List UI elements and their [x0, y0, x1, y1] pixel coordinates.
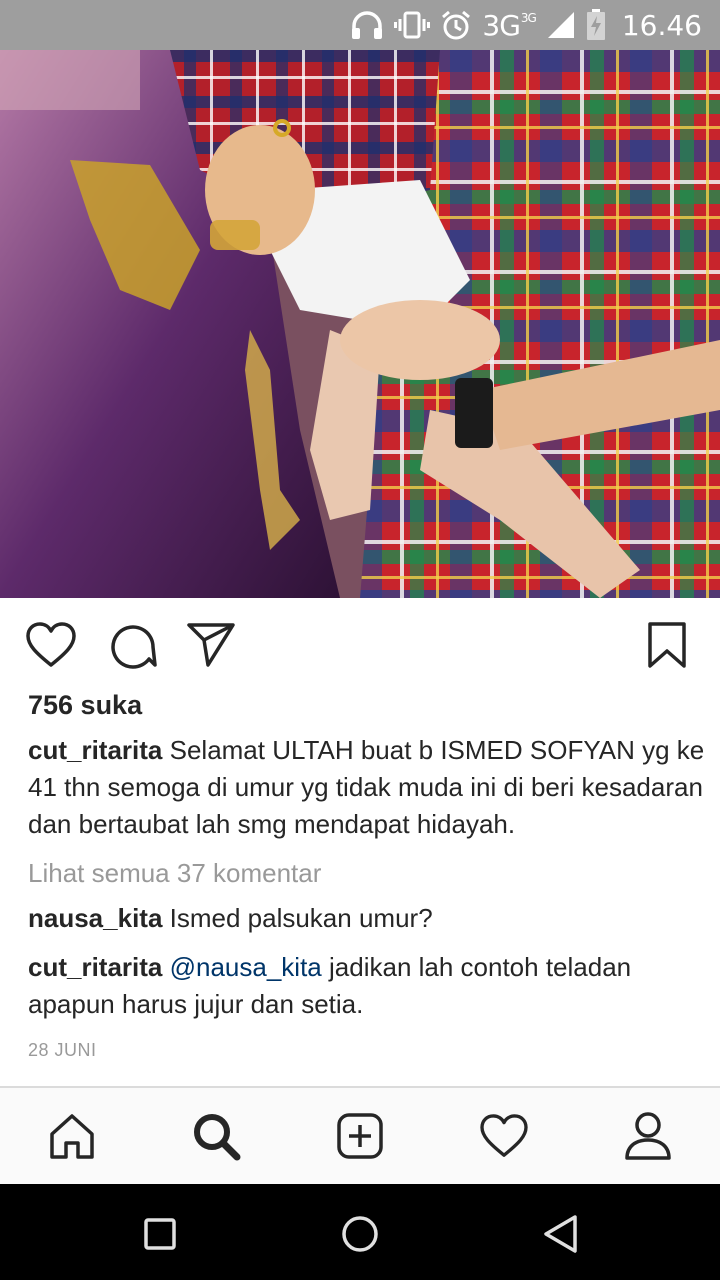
- signal-icon: [546, 10, 576, 40]
- battery-charging-icon: [586, 9, 606, 41]
- system-nav-bar: [0, 1184, 720, 1280]
- vibrate-icon: [394, 10, 431, 40]
- post-photo[interactable]: [0, 50, 720, 598]
- comment-item: cut_ritarita @nausa_kita jadikan lah con…: [28, 949, 708, 1023]
- comment-mention-link[interactable]: @nausa_kita: [162, 952, 322, 982]
- photo-illustration: [0, 50, 720, 598]
- view-all-comments-link[interactable]: Lihat semua 37 komentar: [28, 858, 321, 889]
- bottom-nav: [0, 1086, 720, 1184]
- post-actions: [0, 598, 720, 690]
- search-icon[interactable]: [190, 1110, 242, 1162]
- bookmark-icon[interactable]: [642, 620, 692, 670]
- add-icon[interactable]: [334, 1110, 386, 1162]
- post-caption: cut_ritarita Selamat ULTAH buat b ISMED …: [28, 732, 708, 843]
- back-icon[interactable]: [538, 1212, 582, 1256]
- comment-item: nausa_kita Ismed palsukan umur?: [28, 900, 708, 937]
- comment-text: Ismed palsukan umur?: [162, 903, 433, 933]
- clock: 16.46: [621, 8, 702, 42]
- home-circle-icon[interactable]: [338, 1212, 382, 1256]
- comment-username[interactable]: cut_ritarita: [28, 952, 162, 982]
- heart-icon[interactable]: [26, 620, 76, 670]
- profile-icon[interactable]: [622, 1110, 674, 1162]
- post-date: 28 JUNI: [28, 1040, 97, 1060]
- caption-username[interactable]: cut_ritarita: [28, 735, 162, 765]
- status-bar: 3G 3G 16.46: [0, 0, 720, 50]
- comment-username[interactable]: nausa_kita: [28, 903, 162, 933]
- recents-icon[interactable]: [138, 1212, 182, 1256]
- share-icon[interactable]: [186, 620, 236, 670]
- likes-count[interactable]: 756 suka: [28, 690, 142, 721]
- home-icon[interactable]: [46, 1110, 98, 1162]
- alarm-icon: [440, 9, 472, 41]
- headphones-icon: [350, 10, 384, 40]
- network-type: 3G 3G: [482, 8, 536, 42]
- comment-icon[interactable]: [108, 620, 158, 670]
- activity-heart-icon[interactable]: [478, 1110, 530, 1162]
